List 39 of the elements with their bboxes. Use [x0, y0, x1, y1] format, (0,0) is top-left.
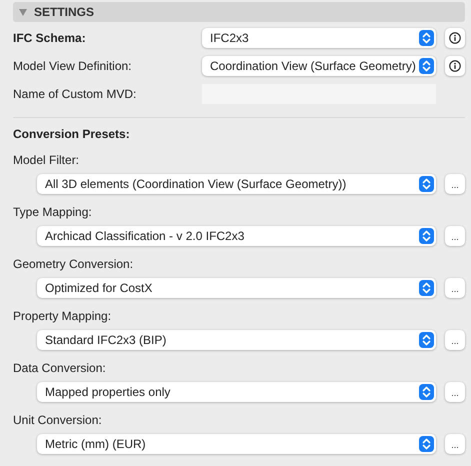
preset-label: Model Filter:: [13, 152, 80, 168]
more-button[interactable]: ...: [445, 434, 465, 454]
more-button[interactable]: ...: [445, 226, 465, 246]
more-button[interactable]: ...: [445, 174, 465, 194]
info-icon: [449, 60, 461, 72]
more-button[interactable]: ...: [445, 278, 465, 298]
stepper-icon: [419, 280, 434, 296]
section-header[interactable]: SETTINGS: [13, 2, 465, 22]
select-dropdown[interactable]: Coordination View (Surface Geometry): [202, 56, 436, 76]
select-dropdown[interactable]: All 3D elements (Coordination View (Surface Geometry)): [37, 174, 436, 194]
disclosure-triangle-icon: [19, 8, 27, 16]
field-label: Model View Definition:: [13, 58, 133, 75]
select-dropdown[interactable]: Archicad Classification - v 2.0 IFC2x3: [37, 226, 436, 246]
preset-label: Data Conversion:: [13, 360, 106, 376]
field-label: IFC Schema:: [13, 30, 87, 47]
preset-label: Geometry Conversion:: [13, 256, 134, 272]
select-dropdown[interactable]: Metric (mm) (EUR): [37, 434, 436, 454]
stepper-icon: [419, 176, 434, 192]
select-dropdown[interactable]: IFC2x3: [202, 28, 436, 48]
stepper-icon: [419, 30, 434, 46]
select-dropdown[interactable]: Mapped properties only: [37, 382, 436, 402]
info-button[interactable]: [445, 56, 465, 76]
stepper-icon: [419, 332, 434, 348]
more-button[interactable]: ...: [445, 382, 465, 402]
info-icon: [449, 32, 461, 44]
preset-label: Property Mapping:: [13, 308, 112, 324]
preset-label: Type Mapping:: [13, 204, 92, 220]
stepper-icon: [419, 436, 434, 452]
section-title: SETTINGS: [34, 4, 94, 21]
select-dropdown[interactable]: Standard IFC2x3 (BIP): [37, 330, 436, 350]
stepper-icon: [419, 58, 434, 74]
info-button[interactable]: [445, 28, 465, 48]
field-label: Name of Custom MVD:: [13, 86, 138, 103]
more-button[interactable]: ...: [445, 330, 465, 350]
preset-label: Unit Conversion:: [13, 412, 102, 428]
stepper-icon: [419, 384, 434, 400]
stepper-icon: [419, 228, 434, 244]
section-subtitle: Conversion Presets:: [13, 126, 130, 143]
select-dropdown[interactable]: Optimized for CostX: [37, 278, 436, 298]
